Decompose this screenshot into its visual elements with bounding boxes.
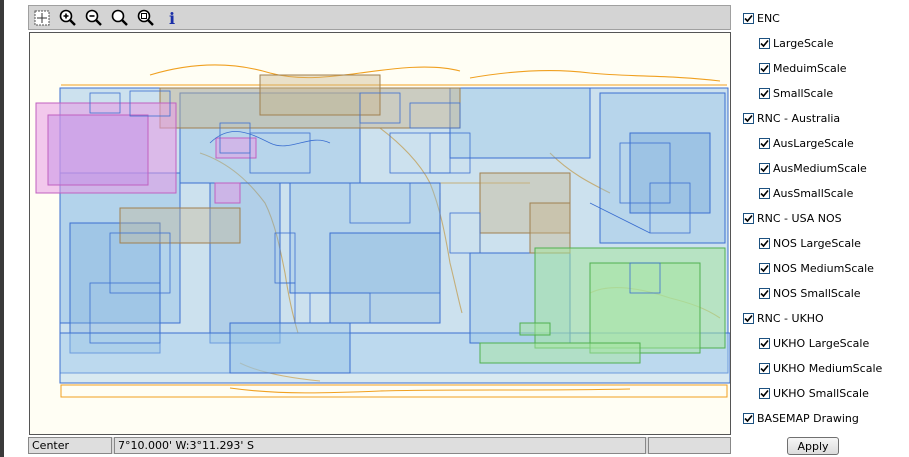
layer-label: RNC - Australia [757,111,841,125]
layer-ukho-small-scale[interactable]: UKHO SmallScale [759,385,869,401]
checkbox-ukho-small-scale[interactable] [759,387,770,399]
layer-rnc-australia[interactable]: RNC - Australia [743,110,840,126]
checkbox-aus-large-scale[interactable] [759,137,770,149]
center-coordinates: 7°10.000' W:3°11.293' S [114,437,646,454]
layer-basemap-drawing[interactable]: BASEMAP Drawing [743,410,859,426]
checkbox-enc[interactable] [743,12,754,24]
checkbox-medium-scale[interactable] [759,62,770,74]
layer-enc[interactable]: ENC [743,10,780,26]
status-extra-field [648,437,731,454]
layer-label: NOS MediumScale [773,261,874,275]
layer-label: AusSmallScale [773,186,854,200]
select-box-icon[interactable] [33,9,51,27]
layer-list: ENC LargeScale MeduimScale SmallScale RN… [742,0,909,457]
layer-aus-large-scale[interactable]: AusLargeScale [759,135,854,151]
info-glyph: i [168,8,176,28]
layer-rnc-usa-nos[interactable]: RNC - USA NOS [743,210,842,226]
checkbox-aus-small-scale[interactable] [759,187,770,199]
layer-label: UKHO LargeScale [773,336,870,350]
checkbox-nos-large-scale[interactable] [759,237,770,249]
chart-coverage-map[interactable] [29,32,731,435]
zoom-full-icon[interactable] [137,9,155,27]
map-toolbar: i [28,5,731,30]
layer-aus-small-scale[interactable]: AusSmallScale [759,185,853,201]
layer-small-scale[interactable]: SmallScale [759,85,833,101]
layer-label: ENC [757,11,780,25]
layer-label: RNC - USA NOS [757,211,842,225]
layer-nos-large-scale[interactable]: NOS LargeScale [759,235,861,251]
checkbox-aus-medium-scale[interactable] [759,162,770,174]
layer-label: UKHO MediumScale [773,361,883,375]
layer-nos-medium-scale[interactable]: NOS MediumScale [759,260,874,276]
layer-label: NOS SmallScale [773,286,861,300]
status-bar: Center 7°10.000' W:3°11.293' S [28,437,731,454]
layer-label: SmallScale [773,86,834,100]
zoom-previous-icon[interactable] [111,9,129,27]
checkbox-ukho-large-scale[interactable] [759,337,770,349]
apply-button[interactable]: Apply [787,437,839,455]
layer-label: AusMediumScale [773,161,867,175]
layer-label: LargeScale [773,36,834,50]
info-icon[interactable]: i [163,8,181,28]
layer-ukho-large-scale[interactable]: UKHO LargeScale [759,335,869,351]
checkbox-ukho-medium-scale[interactable] [759,362,770,374]
layer-large-scale[interactable]: LargeScale [759,35,834,51]
checkbox-nos-small-scale[interactable] [759,287,770,299]
layer-label: RNC - UKHO [757,311,824,325]
checkbox-rnc-australia[interactable] [743,112,754,124]
window-left-border [0,0,4,457]
layer-label: BASEMAP Drawing [757,411,859,425]
checkbox-rnc-usa-nos[interactable] [743,212,754,224]
center-label: Center [28,437,112,454]
map-canvas[interactable] [30,33,730,434]
layer-rnc-ukho[interactable]: RNC - UKHO [743,310,824,326]
checkbox-basemap-drawing[interactable] [743,412,754,424]
checkbox-nos-medium-scale[interactable] [759,262,770,274]
checkbox-rnc-ukho[interactable] [743,312,754,324]
layer-nos-small-scale[interactable]: NOS SmallScale [759,285,861,301]
layer-label: AusLargeScale [773,136,854,150]
layer-medium-scale[interactable]: MeduimScale [759,60,847,76]
layer-aus-medium-scale[interactable]: AusMediumScale [759,160,867,176]
checkbox-small-scale[interactable] [759,87,770,99]
layer-label: MeduimScale [773,61,847,75]
layer-ukho-medium-scale[interactable]: UKHO MediumScale [759,360,882,376]
layer-label: NOS LargeScale [773,236,861,250]
checkbox-large-scale[interactable] [759,37,770,49]
zoom-in-icon[interactable] [59,9,77,27]
zoom-out-icon[interactable] [85,9,103,27]
layer-label: UKHO SmallScale [773,386,869,400]
